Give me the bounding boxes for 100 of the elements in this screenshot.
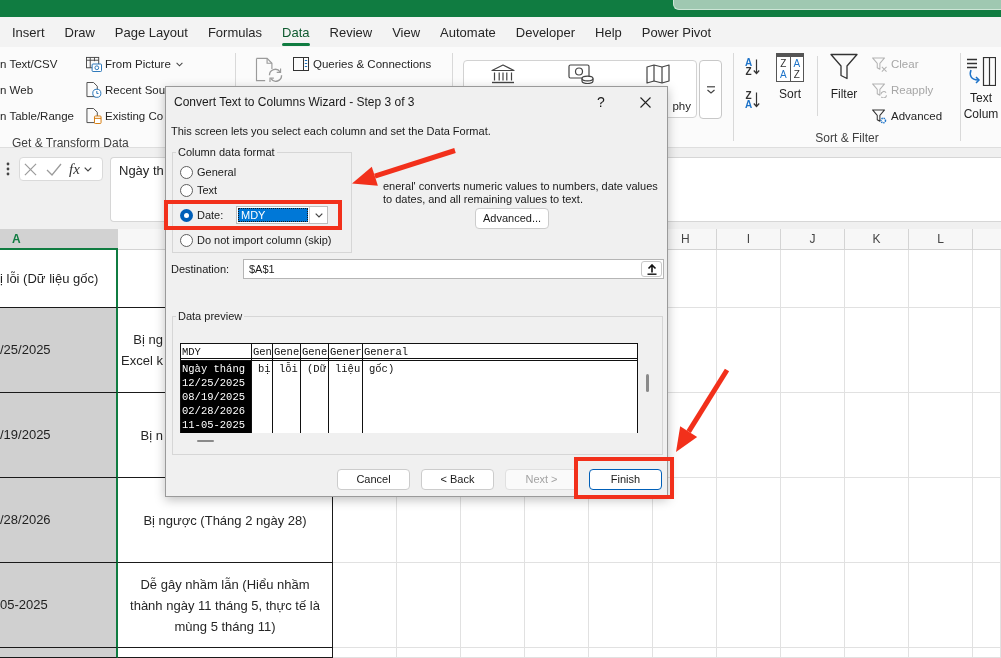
map-icon[interactable]	[646, 64, 670, 84]
ribbon-tab[interactable]: Automate	[436, 17, 500, 46]
ribbon-tab[interactable]: Data	[278, 17, 314, 46]
radio-button[interactable]	[180, 233, 193, 247]
table-camera-icon[interactable]	[86, 56, 102, 72]
radio-button[interactable]	[180, 183, 193, 197]
formula-input[interactable]: Ngày th	[110, 157, 165, 222]
table-cell	[333, 648, 397, 658]
table-cell	[461, 648, 525, 658]
radio-label[interactable]: Do not import column (skip)	[197, 233, 332, 247]
ribbon-button[interactable]: n Text/CSV	[0, 56, 58, 72]
preview-column[interactable]: Ngày tháng 12/25/2025 08/19/2025 02/28/2026 11-05-2025	[181, 361, 251, 433]
table-cell: Dễ gây nhầm lẫn (Hiểu nhầm thành ngày 11 tháng 5, thực tế là mùng 5 tháng 11)	[118, 563, 333, 648]
upload-icon[interactable]	[646, 263, 657, 275]
ribbon-button[interactable]: Existing Co	[105, 108, 164, 124]
help-button[interactable]: ?	[579, 87, 623, 117]
sort-icon[interactable]: Z A A Z	[776, 53, 804, 82]
table-cell	[781, 250, 845, 308]
group-label: Get & Transform Data	[12, 136, 129, 150]
table-cell	[781, 648, 845, 658]
formula-input[interactable]	[668, 157, 1001, 222]
sort-button[interactable]: Z A A Z Sort	[772, 51, 808, 102]
check-icon[interactable]	[46, 162, 62, 176]
insert-function-button[interactable]: fx	[69, 160, 80, 178]
column-header[interactable]: K	[845, 229, 909, 250]
table-cell	[909, 648, 973, 658]
radio-button[interactable]	[180, 208, 193, 222]
vertical-ellipsis-icon[interactable]	[6, 162, 10, 176]
ribbon-tab[interactable]: Draw	[60, 17, 99, 46]
table-cell: /19/2025	[0, 393, 118, 478]
document-database-icon[interactable]	[86, 108, 102, 124]
table-cell	[589, 648, 653, 658]
instruction-text: This screen lets you select each column and set the Data Format.	[170, 125, 492, 138]
table-cell: /25/2025	[0, 308, 118, 393]
table-cell	[525, 648, 589, 658]
ribbon-button[interactable]: Recent Sou	[105, 82, 166, 98]
gallery-label[interactable]: phy	[672, 99, 691, 113]
arrow-down-icon[interactable]	[753, 59, 761, 75]
radio-label[interactable]: General	[197, 165, 237, 179]
ribbon-tab[interactable]: Developer	[511, 17, 580, 46]
destination-field[interactable]: $A$1	[243, 259, 664, 279]
ribbon-button[interactable]: n Web	[0, 82, 34, 98]
column-header[interactable]: H	[668, 229, 717, 250]
ribbon-button[interactable]: From Picture	[105, 56, 171, 72]
table-cell	[717, 648, 781, 658]
sort-ascending-button[interactable]: A Z	[745, 58, 765, 76]
column-header[interactable]: J	[781, 229, 845, 250]
ribbon-tab[interactable]: Insert	[8, 17, 49, 46]
chevron-down-icon[interactable]	[83, 166, 92, 172]
scrollbar-thumb[interactable]	[646, 374, 649, 392]
radio-label[interactable]: Text	[197, 183, 218, 197]
chevron-down-icon[interactable]	[314, 212, 323, 218]
dialog-button[interactable]: Cancel	[337, 469, 410, 490]
ribbon-button[interactable]: Queries & Connections	[313, 56, 432, 72]
table-cell: 05-2025	[0, 563, 118, 648]
money-icon[interactable]	[568, 64, 594, 84]
ribbon-tab[interactable]: Review	[325, 17, 377, 46]
text-to-columns-icon[interactable]	[966, 57, 996, 86]
group-label: Sort & Filter	[815, 130, 879, 147]
table-cell	[653, 648, 717, 658]
ribbon-tab[interactable]: Help	[591, 17, 626, 46]
ribbon-tab[interactable]: View	[388, 17, 425, 46]
dialog-button[interactable]: Finish	[589, 469, 662, 490]
search-field[interactable]	[673, 0, 1001, 10]
radio-button[interactable]	[180, 165, 193, 179]
ribbon-button[interactable]: Advanced	[891, 108, 943, 124]
arrow-down-icon[interactable]	[753, 92, 761, 108]
bank-icon[interactable]	[491, 64, 515, 84]
chevron-down-icon[interactable]	[705, 85, 716, 94]
text-to-columns-button[interactable]: Text Colum	[961, 47, 1001, 122]
refresh-icon[interactable]	[255, 57, 284, 83]
table-cell	[973, 250, 1001, 308]
ribbon-tab[interactable]: Page Layout	[110, 17, 192, 46]
table-cell	[845, 250, 909, 308]
date-format-dropdown[interactable]: MDY	[236, 206, 328, 224]
scrollbar-thumb[interactable]	[197, 440, 214, 442]
ribbon-button[interactable]: n Table/Range	[0, 108, 74, 124]
ribbon-tab[interactable]: Power Pivot	[637, 17, 716, 46]
sort-descending-button[interactable]: Z A	[745, 91, 765, 109]
filter-icon[interactable]	[830, 53, 858, 80]
panel-icon[interactable]	[293, 57, 309, 71]
dialog-title: Convert Text to Columns Wizard - Step 3 of 3	[173, 94, 415, 110]
document-clock-icon[interactable]	[86, 82, 102, 98]
chevron-down-icon[interactable]	[175, 61, 183, 67]
advanced-button[interactable]: Advanced...	[475, 208, 549, 229]
table-cell	[845, 648, 909, 658]
table-cell: /28/2026	[0, 478, 118, 563]
radio-label[interactable]: Date:	[197, 208, 232, 222]
table-cell	[973, 648, 1001, 658]
filter-gear-icon[interactable]	[872, 108, 887, 124]
column-header[interactable]: I	[717, 229, 781, 250]
close-icon[interactable]	[639, 96, 651, 108]
ribbon-tab[interactable]: Formulas	[203, 17, 267, 46]
table-cell	[909, 250, 973, 308]
description-text: eneral' converts numeric values to numbers, date values to dates, and all remaining values to text.	[383, 180, 659, 206]
column-header[interactable]: L	[909, 229, 973, 250]
table-cell: ị lỗi (Dữ liệu gốc)	[0, 250, 118, 308]
collapse-button[interactable]	[641, 261, 662, 277]
filter-button[interactable]: Filter	[826, 51, 862, 102]
dialog-button[interactable]: < Back	[421, 469, 494, 490]
